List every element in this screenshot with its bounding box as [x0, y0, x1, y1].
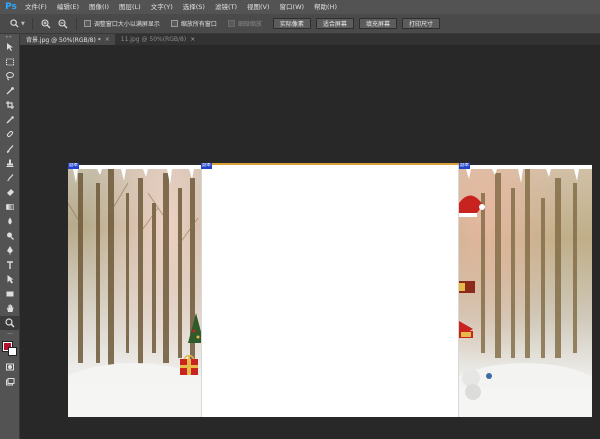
rectangle-tool-icon[interactable] — [0, 287, 20, 302]
eraser-tool-icon[interactable] — [0, 185, 20, 200]
crop-tool-icon[interactable] — [0, 98, 20, 113]
zoom-tool-icon[interactable] — [0, 315, 20, 330]
hand-tool-icon[interactable] — [0, 301, 20, 316]
pen-tool-icon[interactable] — [0, 243, 20, 258]
menu-file[interactable]: 文件(F) — [20, 0, 52, 14]
separator — [31, 17, 33, 30]
spot-healing-brush-icon[interactable] — [0, 127, 20, 142]
resize-windows-checkbox[interactable]: 调整窗口大小以满屏显示 — [83, 19, 160, 28]
close-icon[interactable]: × — [105, 36, 110, 43]
color-swatches[interactable] — [0, 338, 20, 360]
marquee-tool-icon[interactable] — [0, 55, 20, 70]
menu-edit[interactable]: 编辑(E) — [52, 0, 84, 14]
menu-type[interactable]: 文字(Y) — [146, 0, 178, 14]
tab-11-jpg[interactable]: 11.jpg @ 50%(RGB/8) × — [115, 34, 200, 45]
quick-mask-icon[interactable] — [0, 360, 20, 375]
path-selection-tool-icon[interactable] — [0, 272, 20, 287]
white-layer — [201, 163, 459, 417]
christmas-forest-image-left — [68, 163, 201, 417]
eyedropper-tool-icon[interactable] — [0, 113, 20, 128]
document-tabs: 背景.jpg @ 50%(RGB/8) * × 11.jpg @ 50%(RGB… — [20, 34, 600, 45]
more-tools-icon[interactable]: ··· — [0, 330, 20, 338]
document-canvas[interactable]: 副本 副本 副本 — [68, 163, 592, 417]
zoom-tool-preset-icon[interactable] — [8, 18, 20, 30]
fit-screen-button[interactable]: 适合屏幕 — [315, 18, 354, 29]
checkbox-box — [227, 20, 235, 27]
tools-panel: ▸▸ ··· — [0, 34, 20, 439]
layer-badge-left: 副本 — [68, 163, 79, 169]
dodge-tool-icon[interactable] — [0, 229, 20, 244]
zoom-in-icon[interactable] — [40, 18, 52, 30]
chevron-down-icon[interactable]: ▼ — [21, 21, 25, 27]
menu-view[interactable]: 视图(V) — [242, 0, 275, 14]
menu-filter[interactable]: 滤镜(T) — [210, 0, 242, 14]
screen-mode-icon[interactable] — [0, 375, 20, 390]
scrubby-zoom-checkbox: 细微缩放 — [227, 19, 262, 28]
tab-label: 背景.jpg @ 50%(RGB/8) * — [26, 37, 101, 44]
actual-pixels-button[interactable]: 实际像素 — [272, 18, 311, 29]
checkbox-box[interactable] — [170, 20, 178, 27]
lasso-tool-icon[interactable] — [0, 69, 20, 84]
background-color-swatch[interactable] — [8, 347, 17, 356]
menu-bar: Ps 文件(F) 编辑(E) 图像(I) 图层(L) 文字(Y) 选择(S) 滤… — [0, 0, 600, 14]
history-brush-tool-icon[interactable] — [0, 171, 20, 186]
brush-tool-icon[interactable] — [0, 142, 20, 157]
layer-badge-mid: 副本 — [201, 163, 212, 169]
layer-badge-right: 副本 — [459, 163, 470, 169]
menu-image[interactable]: 图像(I) — [84, 0, 114, 14]
gradient-tool-icon[interactable] — [0, 200, 20, 215]
resize-windows-label: 调整窗口大小以满屏显示 — [93, 21, 160, 28]
menu-layer[interactable]: 图层(L) — [114, 0, 146, 14]
selection-guide — [201, 163, 459, 165]
move-tool-icon[interactable] — [0, 40, 20, 55]
photoshop-logo-icon: Ps — [5, 2, 17, 12]
zoom-out-icon[interactable] — [57, 18, 69, 30]
menu-window[interactable]: 窗口(W) — [275, 0, 310, 14]
menu-help[interactable]: 帮助(H) — [309, 0, 342, 14]
print-size-button[interactable]: 打印尺寸 — [401, 18, 440, 29]
tab-background-jpg[interactable]: 背景.jpg @ 50%(RGB/8) * × — [20, 34, 115, 45]
checkbox-box[interactable] — [83, 20, 91, 27]
fill-screen-button[interactable]: 填充屏幕 — [358, 18, 397, 29]
type-tool-icon[interactable] — [0, 258, 20, 273]
zoom-all-label: 缩放所有窗口 — [180, 21, 217, 28]
menu-select[interactable]: 选择(S) — [178, 0, 210, 14]
scrubby-zoom-label: 细微缩放 — [237, 21, 262, 28]
separator — [75, 17, 77, 30]
options-bar: ▼ 调整窗口大小以满屏显示 缩放所有窗口 细微缩放 实际像素 适合屏幕 填充屏幕… — [0, 14, 600, 34]
tab-label: 11.jpg @ 50%(RGB/8) — [120, 36, 187, 43]
quick-select-tool-icon[interactable] — [0, 84, 20, 99]
christmas-forest-image-right — [459, 163, 592, 417]
zoom-all-windows-checkbox[interactable]: 缩放所有窗口 — [170, 19, 217, 28]
close-icon[interactable]: × — [190, 36, 195, 43]
blur-tool-icon[interactable] — [0, 214, 20, 229]
clone-stamp-tool-icon[interactable] — [0, 156, 20, 171]
